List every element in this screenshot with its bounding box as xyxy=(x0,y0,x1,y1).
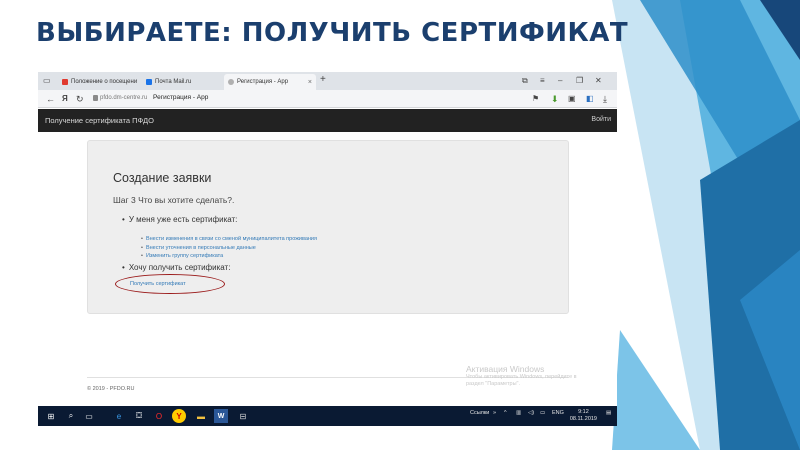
tray-expand-icon[interactable]: ^ xyxy=(504,410,507,416)
tray-arrow-icon[interactable]: » xyxy=(493,410,496,416)
search-icon[interactable]: ⌕ xyxy=(64,409,78,423)
globe-icon xyxy=(228,79,234,85)
mail-icon xyxy=(146,79,152,85)
word-icon[interactable]: W xyxy=(214,409,228,423)
clock[interactable]: 9:12 08.11.2019 xyxy=(570,409,597,423)
browser-screenshot: ▭ Положение о посещени Почта Mail.ru Рег… xyxy=(38,72,617,426)
volume-icon[interactable]: ◁) xyxy=(528,410,534,416)
windows-start-icon[interactable]: ⊞ xyxy=(44,409,58,423)
app-icon[interactable]: ⊟ xyxy=(236,409,250,423)
download-icon[interactable]: ⬇ xyxy=(551,92,559,106)
yandex-logo-icon[interactable]: Я xyxy=(62,92,68,106)
yandex-browser-icon[interactable]: Y xyxy=(172,409,186,423)
folder-icon[interactable]: ▬ xyxy=(194,409,208,423)
extension-icon[interactable]: ▣ xyxy=(568,92,576,106)
links-toolbar[interactable]: Ссылки xyxy=(470,410,489,416)
request-card: Создание заявки Шаг 3 Что вы хотите сдел… xyxy=(87,140,569,314)
battery-icon[interactable]: ▭ xyxy=(540,410,545,416)
opera-icon[interactable]: O xyxy=(152,409,166,423)
url-field[interactable]: pfdo.dm-centre.ru Регистрация - App xyxy=(100,94,208,101)
site-header: Получение сертификата ПФДО Войти xyxy=(38,109,617,132)
close-window-icon[interactable]: ✕ xyxy=(595,75,602,87)
new-tab-button[interactable]: + xyxy=(320,74,326,86)
yandex-icon xyxy=(62,79,68,85)
bookmark-icon[interactable]: ⚑ xyxy=(532,92,539,106)
edge-icon[interactable]: e xyxy=(112,409,126,423)
site-title[interactable]: Получение сертификата ПФДО xyxy=(45,116,154,125)
tab-manager-icon[interactable]: ▭ xyxy=(43,75,51,87)
tab-mail[interactable]: Почта Mail.ru xyxy=(142,74,222,90)
task-view-icon[interactable]: ▭ xyxy=(82,409,96,423)
copyright: © 2019 - PFDO.RU xyxy=(87,386,135,392)
card-title: Создание заявки xyxy=(113,171,212,185)
store-icon[interactable]: ⛋ xyxy=(132,409,146,423)
link-update-personal-data[interactable]: Внести уточнения в персональные данные xyxy=(141,244,317,253)
option-want-certificate: • Хочу получить сертификат: xyxy=(122,263,231,272)
network-icon[interactable]: ▥ xyxy=(516,410,521,416)
slide-title: ВЫБИРАЕТЕ: ПОЛУЧИТЬ СЕРТИФИКАТ xyxy=(36,18,629,48)
link-change-municipality[interactable]: Внести изменения в связи со сменой муниц… xyxy=(141,235,317,244)
windows-activation-watermark: Активация Windows Чтобы активировать Win… xyxy=(466,364,577,387)
tab-bar: ▭ Положение о посещени Почта Mail.ru Рег… xyxy=(38,72,617,90)
step-text: Шаг 3 Что вы хотите сделать?. xyxy=(113,195,235,205)
restore-icon[interactable]: ❐ xyxy=(576,75,583,87)
tab-position[interactable]: Положение о посещени xyxy=(58,74,140,90)
tab-registration[interactable]: Регистрация - App × xyxy=(224,74,316,90)
minimize-icon[interactable]: – xyxy=(558,75,562,87)
windows-taskbar: ⊞ ⌕ ▭ e ⛋ O Y ▬ W ⊟ Ссылки » ^ ▥ ◁) ▭ EN… xyxy=(38,406,617,426)
address-bar: ← Я ↻ pfdo.dm-centre.ru Регистрация - Ap… xyxy=(38,90,617,108)
reload-icon[interactable]: ↻ xyxy=(76,92,84,106)
link-change-group[interactable]: Изменить группу сертификата xyxy=(141,252,317,261)
back-icon[interactable]: ← xyxy=(46,92,55,106)
extension-icon-2[interactable]: ◧ xyxy=(586,92,594,106)
notifications-icon[interactable]: ▤ xyxy=(606,410,611,416)
get-certificate-link[interactable]: Получить сертификат xyxy=(130,281,186,287)
language-indicator[interactable]: ENG xyxy=(552,410,564,416)
close-tab-icon[interactable]: × xyxy=(308,79,312,86)
bookmarks-icon[interactable]: ⧉ xyxy=(522,75,528,87)
have-links-list: Внести изменения в связи со сменой муниц… xyxy=(141,235,317,261)
login-link[interactable]: Войти xyxy=(591,116,611,123)
downloads-icon[interactable]: ⤓ xyxy=(603,92,607,106)
option-have-certificate: • У меня уже есть сертификат: xyxy=(122,215,238,224)
menu-icon[interactable]: ≡ xyxy=(540,75,545,87)
lock-icon xyxy=(93,95,98,101)
